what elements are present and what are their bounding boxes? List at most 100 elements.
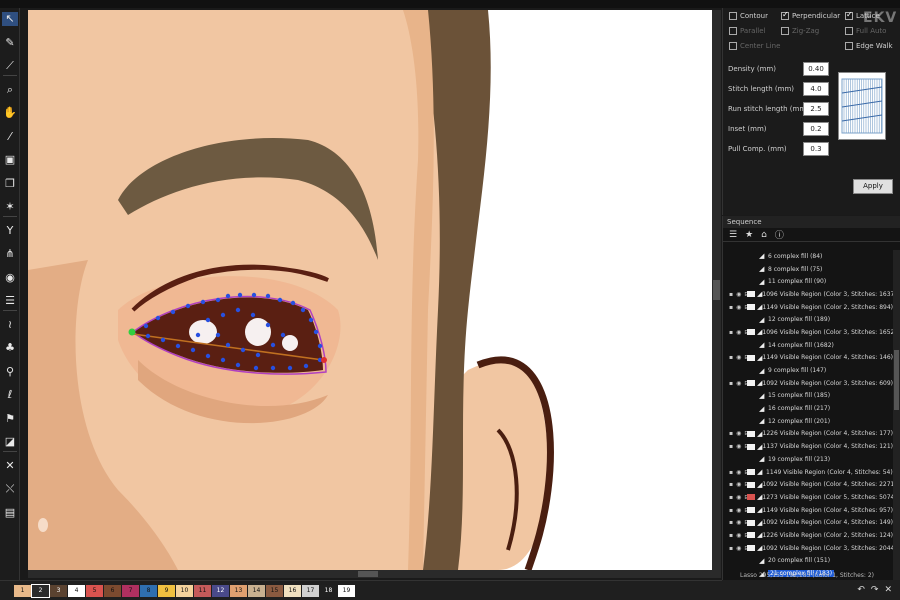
expand-icon[interactable]: ▪ [729, 430, 733, 437]
palette-color-chip[interactable]: 8 [140, 584, 157, 597]
control-node[interactable] [250, 312, 256, 318]
visibility-icon[interactable]: ◉ [736, 380, 741, 387]
palette-color-chip[interactable]: 6 [104, 584, 121, 597]
control-node[interactable] [277, 297, 283, 303]
sequence-row[interactable]: ▪◉⊟◢1226 Visible Region (Color 2, Stitch… [723, 529, 893, 542]
expand-icon[interactable]: ▪ [729, 380, 733, 387]
control-node[interactable] [287, 365, 293, 371]
sequence-row[interactable]: ▪◉⊟◢1226 Visible Region (Color 4, Stitch… [723, 428, 893, 441]
lettering-icon[interactable]: ℓ [2, 388, 18, 402]
visibility-icon[interactable]: ◉ [736, 354, 741, 361]
control-node[interactable] [225, 293, 231, 299]
palette-color-chip[interactable]: 15 [266, 584, 283, 597]
expand-icon[interactable]: ▪ [729, 507, 733, 514]
control-node[interactable] [265, 322, 271, 328]
design-canvas[interactable] [28, 10, 720, 570]
palette-color-chip[interactable]: 9 [158, 584, 175, 597]
list-icon[interactable]: ☰ [2, 294, 18, 308]
option-full-auto[interactable]: Full Auto [845, 27, 886, 35]
vertical-scrollbar-thumb[interactable] [713, 280, 720, 300]
row-controls[interactable]: ▪◉⊟ [723, 494, 749, 501]
control-node[interactable] [265, 293, 271, 299]
control-node[interactable] [155, 315, 161, 321]
expand-icon[interactable]: ▪ [729, 532, 733, 539]
palette-color-chip[interactable]: 13 [230, 584, 247, 597]
palette-color-chip[interactable]: 7 [122, 584, 139, 597]
start-node[interactable] [128, 328, 136, 336]
checkbox[interactable] [729, 12, 737, 20]
flag-icon[interactable]: ⚑ [2, 412, 18, 426]
expand-icon[interactable]: ▪ [729, 304, 733, 311]
sequence-row[interactable]: ◢ 12 complex fill (189) [723, 313, 893, 326]
control-node[interactable] [160, 337, 166, 343]
option-parallel[interactable]: Parallel [729, 27, 766, 35]
checkbox[interactable] [781, 27, 789, 35]
row-controls[interactable]: ▪◉⊟ [723, 545, 749, 552]
palette-color-chip[interactable]: 12 [212, 584, 229, 597]
sequence-row[interactable]: ▪◉⊟◢1149 Visible Region (Color 4, Stitch… [723, 504, 893, 517]
sequence-row[interactable]: ◢ 8 complex fill (75) [723, 263, 893, 276]
visibility-icon[interactable]: ◉ [736, 469, 741, 476]
palette-color-chip[interactable]: 19 [338, 584, 355, 597]
sequence-row[interactable]: ▪◉⊟◢1092 Visible Region (Color 3, Stitch… [723, 542, 893, 555]
outline-icon[interactable]: ◉ [2, 271, 18, 285]
star-icon[interactable]: ★ [745, 230, 753, 240]
field-input[interactable] [803, 62, 829, 76]
control-node[interactable] [270, 365, 276, 371]
checkbox[interactable] [845, 10, 853, 20]
control-node[interactable] [317, 343, 323, 349]
control-node[interactable] [200, 299, 206, 305]
fill-icon[interactable]: ▣ [2, 153, 18, 167]
sequence-row[interactable]: ▪◉⊟◢1092 Visible Region (Color 3, Stitch… [723, 377, 893, 390]
sequence-row[interactable]: ▪◉⊟◢1092 Visible Region (Color 4, Stitch… [723, 516, 893, 529]
sequence-row[interactable]: ▪◉⊟◢1149 Visible Region (Color 2, Stitch… [723, 301, 893, 314]
node-edit-icon[interactable]: ⟋ [2, 59, 18, 73]
row-controls[interactable]: ▪◉⊟ [723, 354, 749, 361]
expand-icon[interactable]: ▪ [729, 443, 733, 450]
row-controls[interactable]: ▪◉⊟ [723, 329, 749, 336]
row-controls[interactable]: ▪◉⊟ [723, 304, 749, 311]
sequence-row[interactable]: ◢ 20 complex fill (151) [723, 555, 893, 568]
control-node[interactable] [145, 333, 151, 339]
visibility-icon[interactable]: ◉ [736, 481, 741, 488]
checkbox[interactable] [845, 42, 853, 50]
sequence-row[interactable]: ▪◉⊟◢1096 Visible Region (Color 3, Stitch… [723, 326, 893, 339]
control-node[interactable] [205, 353, 211, 359]
palette-color-chip[interactable]: 16 [284, 584, 301, 597]
visibility-icon[interactable]: ◉ [736, 443, 741, 450]
row-controls[interactable]: ▪◉⊟ [723, 532, 749, 539]
option-perpendicular[interactable]: Perpendicular [781, 10, 840, 20]
sequence-row[interactable]: ▪◉⊟◢1092 Visible Region (Color 4, Stitch… [723, 478, 893, 491]
zoom-icon[interactable]: ⌕ [2, 83, 18, 97]
vertical-scrollbar[interactable] [712, 10, 721, 578]
control-node[interactable] [235, 362, 241, 368]
option-edge-walk[interactable]: Edge Walk [845, 42, 893, 50]
home-icon[interactable]: ⌂ [761, 230, 767, 240]
visibility-icon[interactable]: ◉ [736, 494, 741, 501]
sequence-row[interactable]: ◢ 9 complex fill (147) [723, 364, 893, 377]
control-node[interactable] [185, 303, 191, 309]
control-node[interactable] [195, 332, 201, 338]
field-input[interactable] [803, 142, 829, 156]
expand-icon[interactable]: ▪ [729, 481, 733, 488]
control-node[interactable] [225, 342, 231, 348]
row-controls[interactable]: ▪◉⊟ [723, 469, 749, 476]
control-node[interactable] [300, 307, 306, 313]
row-controls[interactable]: ▪◉⊟ [723, 291, 749, 298]
duplicate-icon[interactable]: ❐ [2, 177, 18, 191]
transform-icon[interactable]: ✕ [2, 459, 18, 473]
expand-icon[interactable]: ▪ [729, 469, 733, 476]
palette-color-chip[interactable]: 1 [14, 584, 31, 597]
checkbox[interactable] [781, 10, 789, 20]
control-node[interactable] [170, 309, 176, 315]
run-stitch-icon[interactable]: ⋔ [2, 247, 18, 261]
end-node[interactable] [321, 357, 327, 363]
satin-icon[interactable]: Y [2, 224, 18, 238]
measure-icon[interactable]: ⁄ [2, 130, 18, 144]
pen-icon[interactable]: ✎ [2, 36, 18, 50]
palette-color-chip[interactable]: 18 [320, 584, 337, 597]
sequence-row[interactable]: ▪◉⊟◢1096 Visible Region (Color 3, Stitch… [723, 288, 893, 301]
palette-color-chip[interactable]: 11 [194, 584, 211, 597]
visibility-icon[interactable]: ◉ [736, 430, 741, 437]
control-node[interactable] [280, 332, 286, 338]
